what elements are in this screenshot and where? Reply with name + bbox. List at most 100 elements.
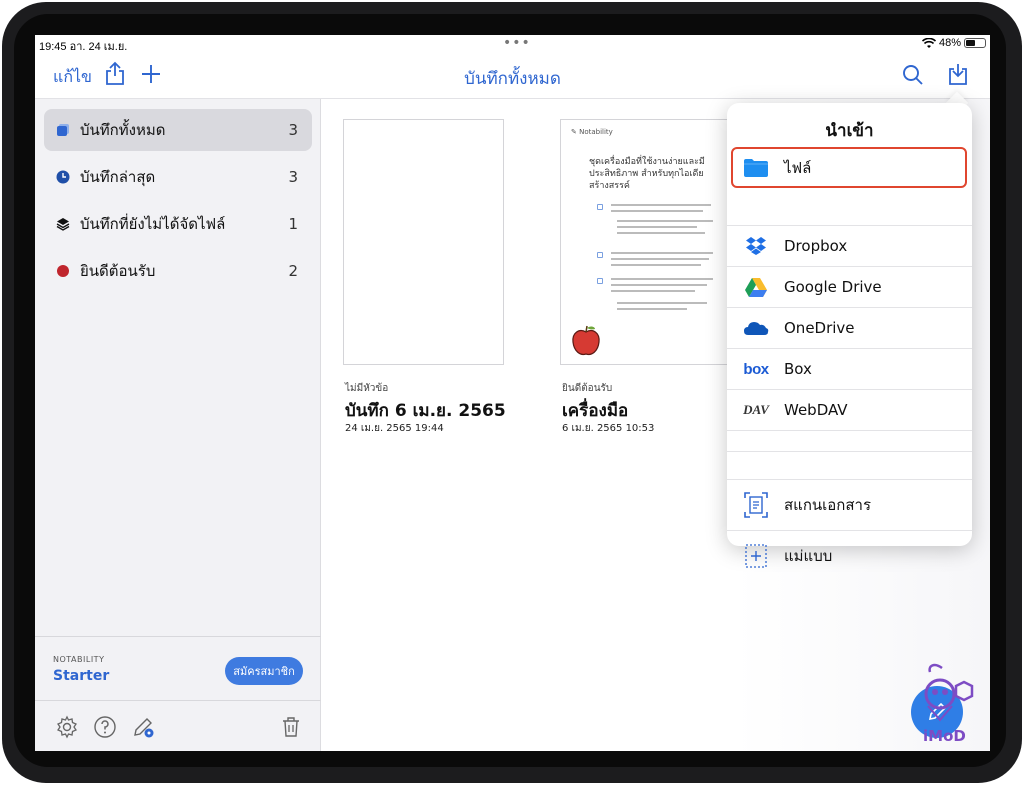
battery-level [966,40,975,46]
popover-title: นำเข้า [825,121,874,141]
divider [35,636,321,637]
share-icon[interactable] [103,61,127,87]
thumbnail-text-line [611,258,709,260]
note-title[interactable]: เครื่องมือ [562,397,628,424]
import-option-google-drive[interactable]: Google Drive [727,266,972,307]
sidebar-item-welcome[interactable]: ยินดีต้อนรับ 2 [44,250,312,292]
sidebar-item-unfiled[interactable]: บันทึกที่ยังไม่ได้จัดไฟล์ 1 [44,203,312,245]
layers-icon [56,218,70,231]
battery-icon [964,38,986,48]
sidebar-item-count: 1 [288,215,298,233]
red-dot-icon [57,265,69,277]
note-subject: ยินดีต้อนรับ [562,383,613,394]
import-option-template[interactable]: แม่แบบ [727,530,972,581]
google-drive-icon [743,276,769,298]
import-option-scan-document[interactable]: สแกนเอกสาร [727,479,972,530]
folder-icon [743,157,769,179]
thumbnail-text-line [611,278,713,280]
wifi-icon [921,37,936,48]
scan-document-icon [743,492,769,518]
sidebar-item-label: บันทึกทั้งหมด [80,121,166,139]
divider [35,700,321,701]
box-icon: box [743,360,769,378]
thumbnail-text-line [611,264,701,266]
sidebar-item-count: 3 [288,121,298,139]
import-option-label: OneDrive [784,319,855,337]
sidebar-item-label: บันทึกที่ยังไม่ได้จัดไฟล์ [80,215,226,233]
notability-logo: ✎ Notability [571,128,613,136]
sidebar-item-count: 3 [288,168,298,186]
thumbnail-heading: ชุดเครื่องมือที่ใช้งานง่ายและมีประสิทธิภ… [589,157,705,191]
webdav-icon: DAV [743,402,769,417]
plan-kicker: NOTABILITY [53,655,105,664]
thumbnail-text-line [611,252,713,254]
thumbnail-bullet-icon [597,204,603,210]
thumbnail-text-line [611,290,695,292]
note-subject: ไม่มีหัวข้อ [345,383,389,394]
thumbnail-text-line [617,232,705,234]
sidebar-item-all-notes[interactable]: บันทึกทั้งหมด 3 [44,109,312,151]
note-date: 6 เม.ย. 2565 10:53 [562,423,655,434]
thumbnail-bullet-icon [597,278,603,284]
note-thumbnail-blank[interactable] [343,119,504,365]
import-option-box[interactable]: box Box [727,348,972,389]
sidebar-item-label: ยินดีต้อนรับ [80,262,156,280]
note-title[interactable]: บันทึก 6 เม.ย. 2565 [345,397,506,424]
battery-percent: 48% [938,37,961,49]
import-option-files[interactable]: ไฟล์ [731,147,967,188]
status-bar: 19:45 อา. 24 เม.ย. ••• 48% [35,35,990,53]
import-option-label: Dropbox [784,237,848,255]
divider [727,430,972,431]
import-option-webdav[interactable]: DAV WebDAV [727,389,972,430]
import-option-label: ไฟล์ [784,158,812,177]
note-thumbnail-tools[interactable]: ✎ Notability ชุดเครื่องมือที่ใช้งานง่ายแ… [560,119,730,365]
dropbox-icon [743,235,769,257]
import-option-label: สแกนเอกสาร [784,496,872,514]
help-icon[interactable] [93,715,117,739]
plan-name: Starter [53,668,110,684]
import-option-label: WebDAV [784,401,848,419]
thumbnail-text-line [611,204,711,206]
status-date: อา. 24 เม.ย. [69,41,128,53]
multitask-dots-icon[interactable]: ••• [503,35,531,51]
navigation-bar: แก้ไข บันทึกทั้งหมด [35,53,990,99]
onedrive-icon [743,317,769,339]
gear-icon[interactable] [55,715,79,739]
import-option-label: แม่แบบ [784,547,833,565]
edit-pencil-icon[interactable] [131,715,155,739]
sidebar: บันทึกทั้งหมด 3 บันทึกล่าสุด 3 บันทึกที่… [35,99,321,751]
thumbnail-logo-text: Notability [579,128,613,136]
search-icon[interactable] [901,63,925,87]
thumbnail-text-line [611,210,703,212]
import-option-onedrive[interactable]: OneDrive [727,307,972,348]
thumbnail-text-line [617,302,707,304]
add-note-icon[interactable] [139,61,163,87]
sidebar-item-count: 2 [288,262,298,280]
clock-icon [56,170,70,184]
sidebar-item-recent[interactable]: บันทึกล่าสุด 3 [44,156,312,198]
import-option-label: Box [784,360,812,378]
apple-illustration-icon [572,325,600,356]
template-icon [743,544,769,568]
edit-button[interactable]: แก้ไข [53,65,92,90]
thumbnail-text-line [617,226,697,228]
import-popover: นำเข้า ไฟล์ Dropbox Google Drive OneDriv… [727,103,972,568]
thumbnail-text-line [617,308,687,310]
trash-icon[interactable] [279,715,303,739]
import-option-dropbox[interactable]: Dropbox [727,225,972,266]
app-screen: 19:45 อา. 24 เม.ย. ••• 48% แก้ไข บันทึกท… [35,35,990,751]
note-date: 24 เม.ย. 2565 19:44 [345,423,444,434]
status-time: 19:45 [39,41,67,53]
thumbnail-text-line [611,284,707,286]
import-icon[interactable] [946,61,970,87]
page-title[interactable]: บันทึกทั้งหมด [464,69,561,89]
watermark-text: iMoD [923,727,966,745]
thumbnail-bullet-icon [597,252,603,258]
status-indicators: 48% [921,37,986,49]
thumbnail-text-line [617,220,713,222]
sidebar-item-label: บันทึกล่าสุด [80,168,156,186]
page-title-wrap: บันทึกทั้งหมด [35,65,990,92]
import-option-label: Google Drive [784,278,882,296]
subscribe-button[interactable]: สมัครสมาชิก [225,657,303,685]
divider [727,451,972,452]
